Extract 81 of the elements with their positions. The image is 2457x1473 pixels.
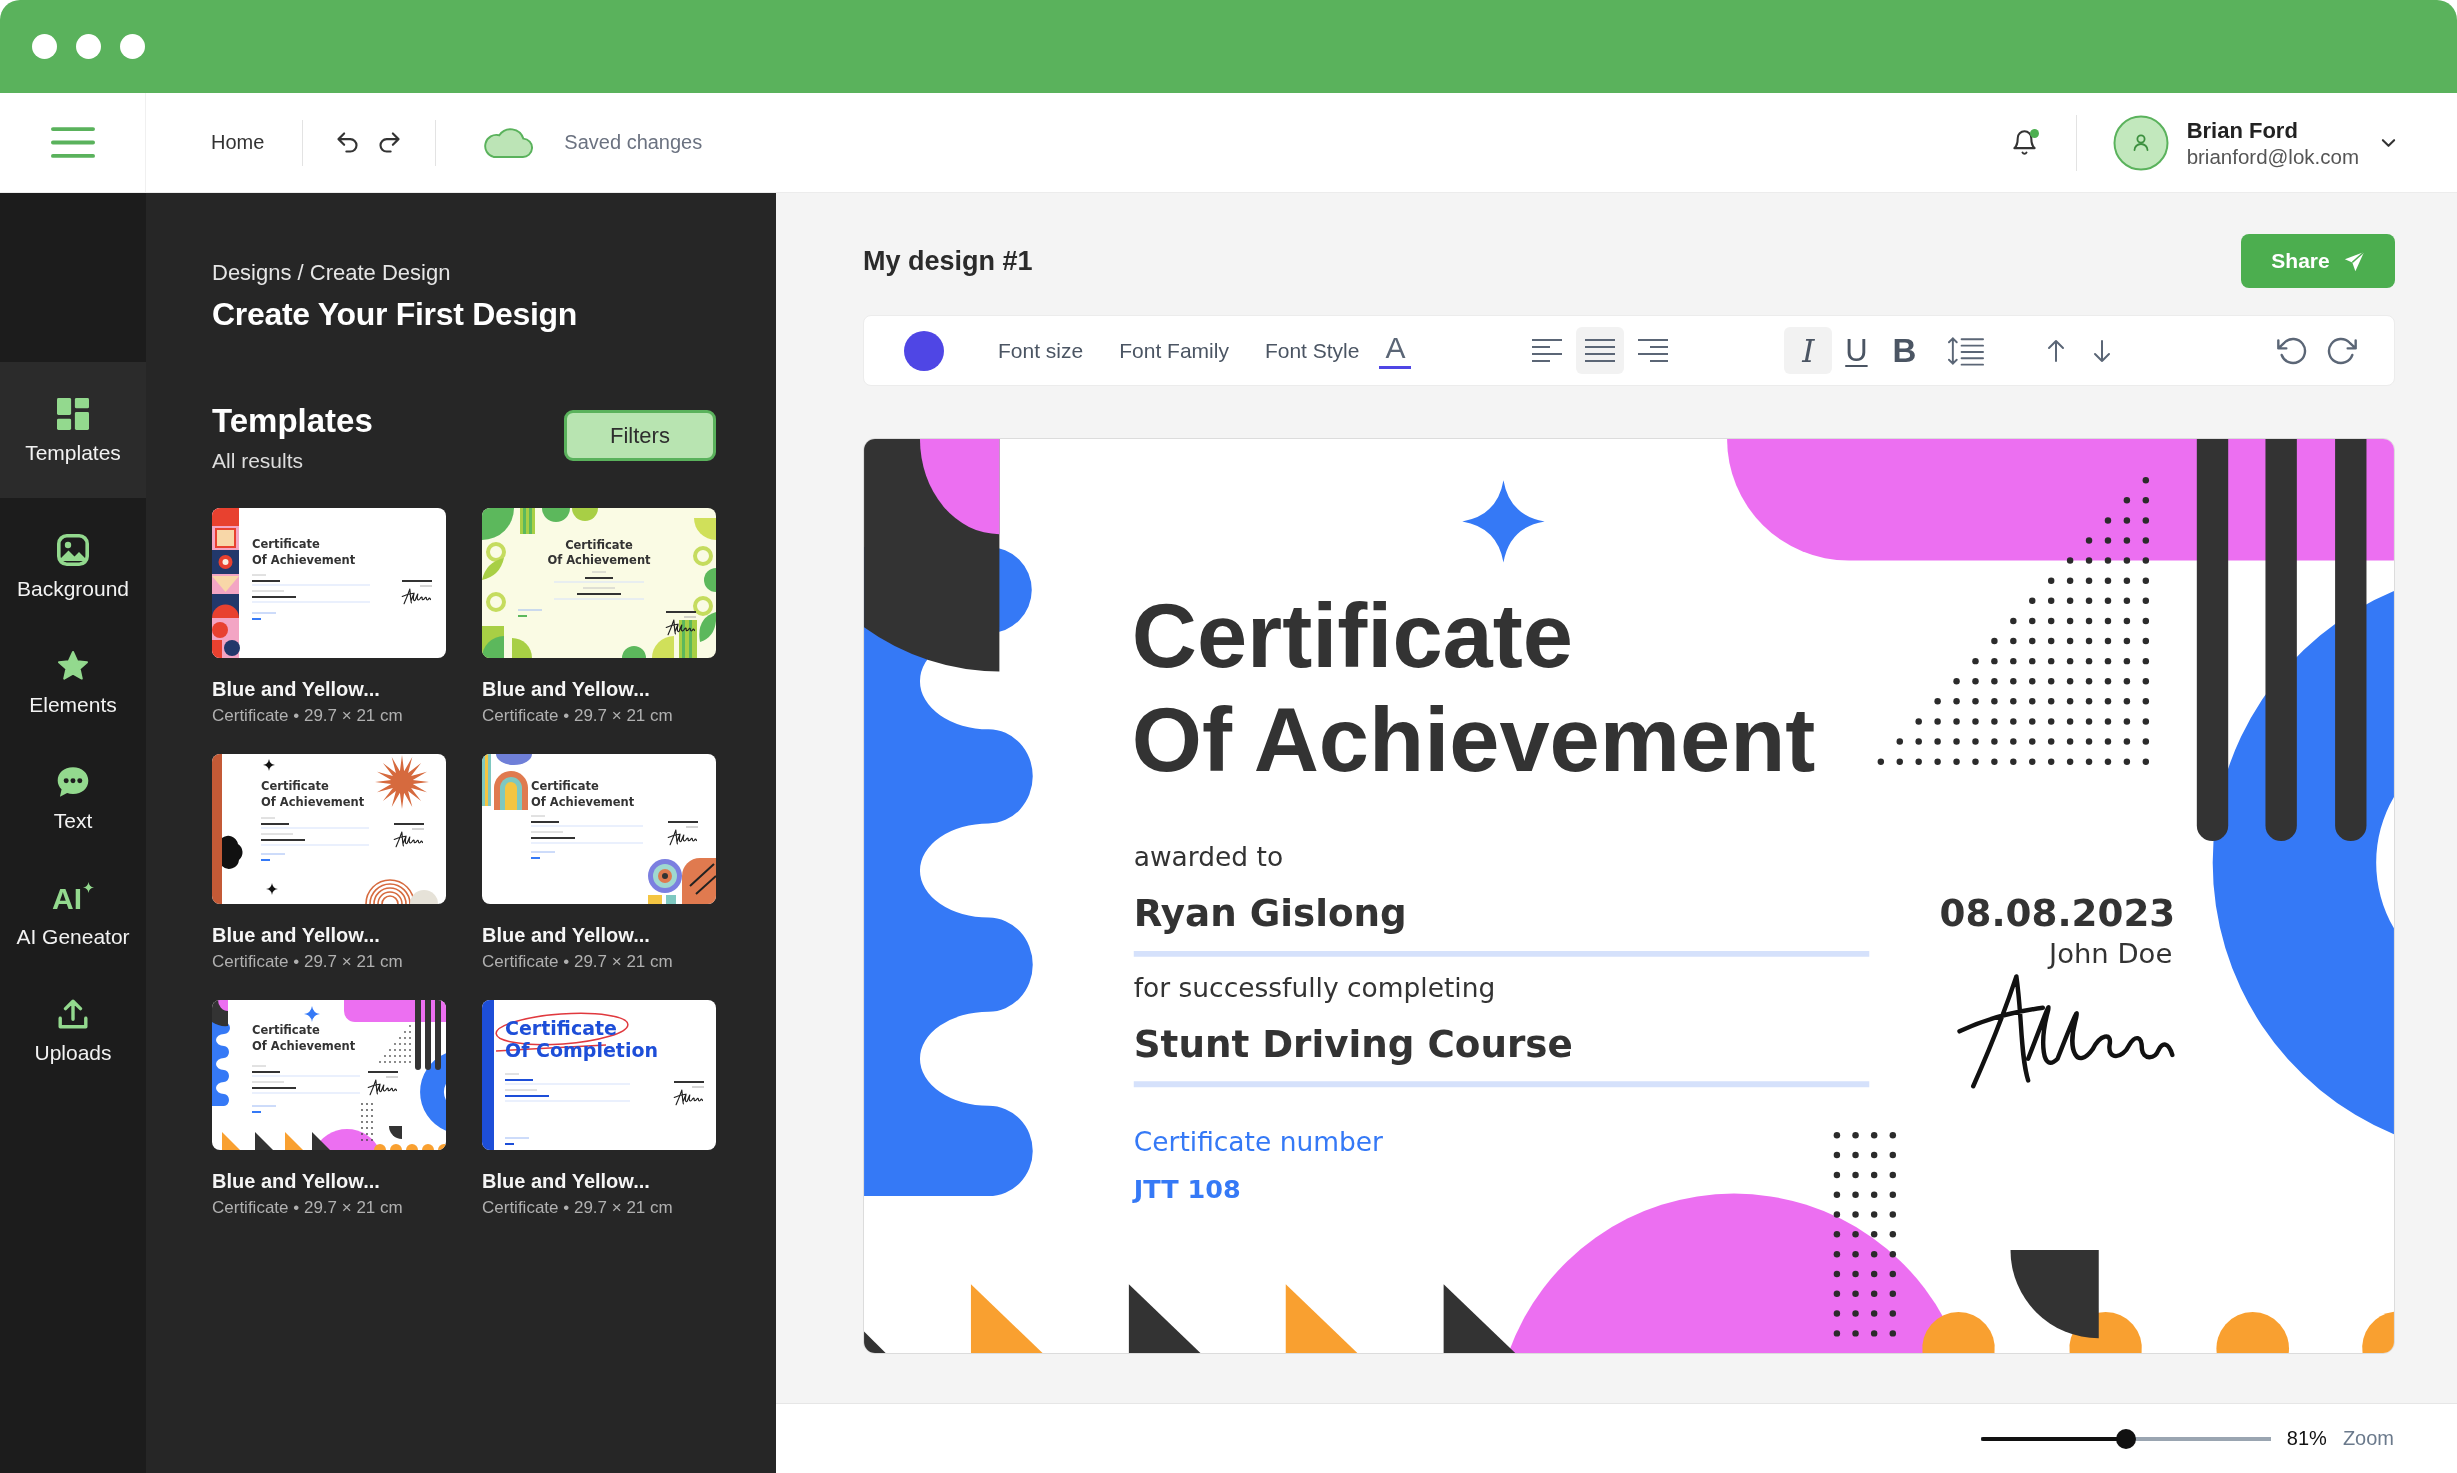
sparkle-icon (1462, 480, 1545, 563)
sidebar-item[interactable]: Text (0, 730, 146, 846)
zoom-label: Zoom (2342, 1427, 2394, 1450)
sidebar-item[interactable]: Templates (0, 362, 146, 498)
thumbnail-heading: Certificate Of Achievement (261, 779, 365, 809)
template-name: Blue and Yellow... (482, 924, 651, 946)
color-swatch-icon[interactable] (904, 330, 944, 371)
font-option-button[interactable]: Font size (998, 338, 1084, 363)
template-meta: Certificate • 29.7 × 21 cm (212, 952, 404, 972)
thumbnail-heading: Certificate Of Achievement (252, 537, 356, 567)
avatar-icon[interactable] (2112, 114, 2169, 171)
recipient-name: Ryan Gislong (1133, 891, 1407, 936)
template-thumbnail[interactable]: Certificate Of Achievement (212, 508, 446, 658)
breadcrumb: Designs / Create Design (212, 261, 452, 285)
zoom-slider-thumb[interactable] (2115, 1428, 2136, 1449)
sidebar-item[interactable]: Uploads (0, 962, 146, 1078)
course-name: Stunt Driving Course (1133, 1021, 1573, 1066)
design-title: My design #1 (863, 245, 1033, 277)
home-link[interactable]: Home (211, 131, 265, 154)
thumbnail-heading: Certificate Of Achievement (252, 1023, 356, 1053)
send-icon (2343, 250, 2365, 272)
sidebar-item[interactable]: Background (0, 498, 146, 614)
align-button[interactable] (1576, 327, 1625, 374)
certificate-title: Certificate Of Achievement (1131, 584, 1816, 791)
results-label: All results (212, 449, 305, 473)
template-name: Blue and Yellow... (212, 1170, 381, 1192)
cloud-icon (481, 126, 534, 159)
font-option-button[interactable]: Font Family (1119, 338, 1229, 363)
image-icon (56, 534, 90, 566)
template-thumbnail[interactable]: Certificate Of Achievement (482, 508, 716, 658)
align-right-icon (1638, 338, 1669, 363)
bold-button[interactable]: B (1880, 327, 1929, 374)
font-option-button[interactable]: Font Style (1264, 338, 1360, 363)
certificate-number: JTT 108 (1133, 1174, 1241, 1205)
sidebar-item[interactable]: Elements (0, 614, 146, 730)
template-meta: Certificate • 29.7 × 21 cm (482, 1198, 674, 1218)
bell-icon[interactable] (2010, 129, 2038, 156)
template-name: Blue and Yellow... (482, 678, 651, 700)
menu-icon[interactable] (50, 126, 95, 159)
thumbnail-heading: Certificate Of Achievement (547, 538, 651, 567)
underline-button[interactable]: U (1832, 327, 1881, 374)
template-name: Blue and Yellow... (212, 678, 381, 700)
sidebar-item[interactable]: AI AI Geneator (0, 846, 146, 962)
template-thumbnail[interactable]: Certificate Of Achievement (482, 754, 716, 904)
template-thumbnail[interactable]: Certificate Of Achievement (212, 1000, 446, 1150)
template-meta: Certificate • 29.7 × 21 cm (482, 952, 674, 972)
thumbnail-heading: Certificate Of Achievement (531, 779, 635, 809)
template-meta: Certificate • 29.7 × 21 cm (212, 1198, 404, 1218)
page-title: Create Your First Design (212, 295, 579, 333)
upload-icon (56, 998, 90, 1030)
arrow-up-icon[interactable] (2046, 338, 2067, 363)
template-thumbnail[interactable]: Certificate Of Achievement (212, 754, 446, 904)
awarded-label: awarded to (1133, 840, 1284, 872)
filters-button[interactable]: Filters (564, 410, 716, 461)
chat-bubble-icon (56, 766, 90, 798)
triangle-shape (864, 1331, 886, 1353)
grid-icon (56, 398, 90, 430)
certificate-number-label: Certificate number (1133, 1126, 1383, 1157)
course-label: for successfully completing (1133, 972, 1496, 1003)
window-control-icon[interactable] (76, 34, 101, 59)
line-spacing-icon[interactable] (1947, 335, 1985, 366)
text-color-button[interactable]: A (1379, 332, 1412, 369)
template-meta: Certificate • 29.7 × 21 cm (482, 706, 674, 726)
user-email: brianford@lok.com (2186, 143, 2359, 169)
template-meta: Certificate • 29.7 × 21 cm (212, 706, 404, 726)
chevron-down-icon[interactable] (2381, 137, 2396, 148)
section-title: Templates (212, 402, 373, 440)
align-left-icon (1532, 338, 1563, 363)
window-control-icon[interactable] (120, 34, 145, 59)
template-name: Blue and Yellow... (212, 924, 381, 946)
arrow-down-icon[interactable] (2092, 338, 2113, 363)
issue-date: 08.08.2023 (1939, 891, 2176, 936)
save-status-text: Saved changes (564, 131, 703, 154)
signer-name: John Doe (2049, 937, 2173, 969)
star-icon (56, 650, 90, 682)
user-name: Brian Ford (2186, 116, 2299, 144)
zoom-value: 81% (2286, 1427, 2327, 1450)
template-name: Blue and Yellow... (482, 1170, 651, 1192)
window-control-icon[interactable] (32, 34, 57, 59)
italic-button[interactable]: I (1784, 327, 1833, 374)
align-justify-icon (1585, 338, 1616, 363)
